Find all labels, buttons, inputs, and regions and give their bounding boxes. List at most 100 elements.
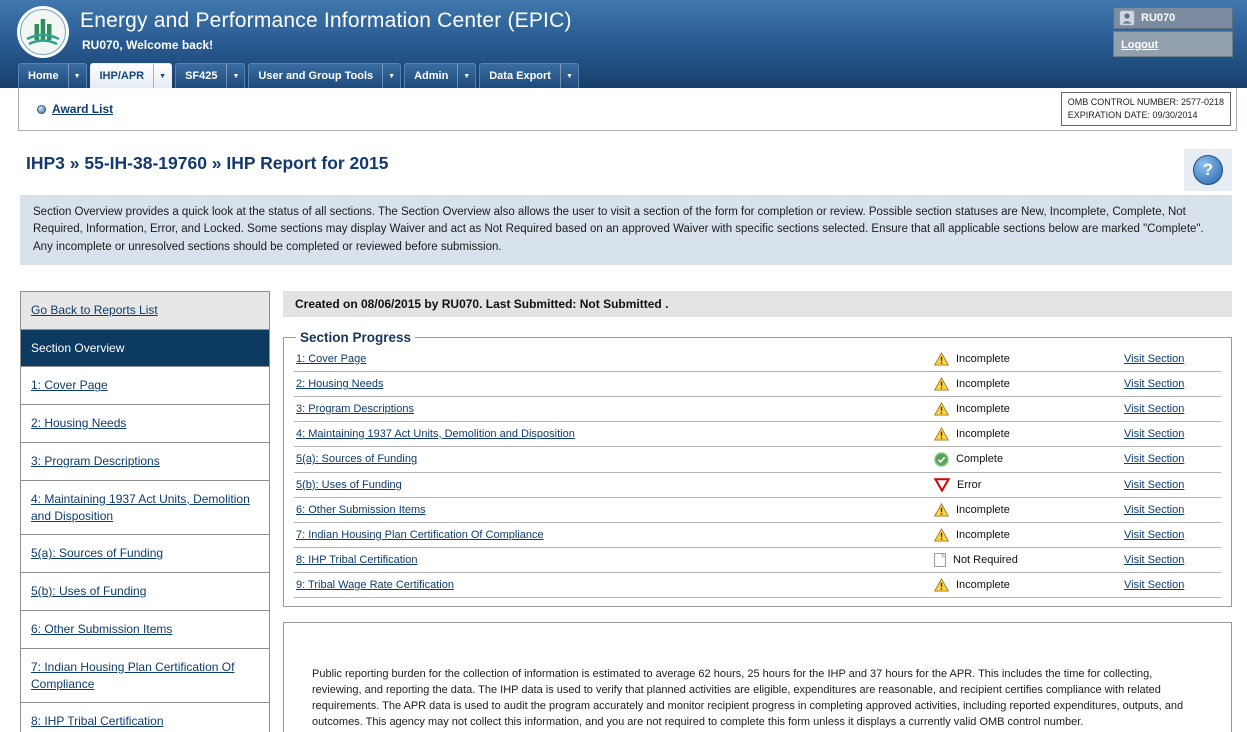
section-cell: 9: Tribal Wage Rate Certification [296,579,934,591]
page-head: IHP3 » 55-IH-38-19760 » IHP Report for 2… [26,143,1232,193]
page-title-app: Energy and Performance Information Cente… [80,9,572,33]
award-list-link[interactable]: Award List [52,102,113,116]
sidebar-item-5-a-sources-of-funding[interactable]: 5(a): Sources of Funding [21,535,269,573]
sidebar-item-8-ihp-tribal-certification[interactable]: 8: IHP Tribal Certification [21,703,269,732]
main-content: Created on 08/06/2015 by RU070. Last Sub… [283,291,1232,732]
logout-link[interactable]: Logout [1121,39,1158,51]
help-icon[interactable]: ? [1193,155,1223,185]
chevron-down-icon: ▼ [68,64,86,88]
tab-sf425[interactable]: SF425 ▼ [175,63,245,88]
tab-label: Admin [405,64,457,88]
bullet-icon [37,105,46,114]
sidebar-item-6-other-submission-items[interactable]: 6: Other Submission Items [21,611,269,649]
section-link[interactable]: 3: Program Descriptions [296,403,414,415]
tab-label: User and Group Tools [249,64,382,88]
visit-section-link[interactable]: Visit Section [1124,453,1184,465]
award-bar: Award List OMB CONTROL NUMBER: 2577-0218… [18,88,1237,131]
document-icon [934,553,946,567]
section-link[interactable]: 9: Tribal Wage Rate Certification [296,579,454,591]
omb-box: OMB CONTROL NUMBER: 2577-0218 EXPIRATION… [1061,92,1231,125]
status-label: Incomplete [956,579,1010,591]
warning-icon [934,402,949,416]
visit-cell: Visit Section [1124,428,1219,440]
status-cell: Not Required [934,553,1124,567]
tab-admin[interactable]: Admin ▼ [404,63,476,88]
section-link[interactable]: 2: Housing Needs [296,378,383,390]
visit-section-link[interactable]: Visit Section [1124,579,1184,591]
table-row: 7: Indian Housing Plan Certification Of … [294,523,1221,548]
tab-data-export[interactable]: Data Export ▼ [479,63,579,88]
sidebar-item-7-indian-housing-plan-certification-of-compliance[interactable]: 7: Indian Housing Plan Certification Of … [21,649,269,704]
tab-label: SF425 [176,64,226,88]
chevron-down-icon: ▼ [457,64,475,88]
section-cell: 1: Cover Page [296,353,934,365]
visit-cell: Visit Section [1124,453,1219,465]
tab-user-and-group-tools[interactable]: User and Group Tools ▼ [248,63,401,88]
status-label: Not Required [953,554,1018,566]
app-header: Energy and Performance Information Cente… [0,0,1247,88]
table-row: 4: Maintaining 1937 Act Units, Demolitio… [294,422,1221,447]
sidebar-item-3-program-descriptions[interactable]: 3: Program Descriptions [21,443,269,481]
visit-section-link[interactable]: Visit Section [1124,428,1184,440]
section-link[interactable]: 6: Other Submission Items [296,504,426,516]
warning-icon [934,578,949,592]
sidebar-item-go-back-to-reports-list[interactable]: Go Back to Reports List [21,292,269,330]
section-progress-fieldset: Section Progress 1: Cover Page Incomplet… [283,330,1232,607]
chevron-down-icon: ▼ [560,64,578,88]
table-row: 2: Housing Needs Incomplete Visit Sectio… [294,372,1221,397]
status-cell: Incomplete [934,402,1124,416]
section-cell: 3: Program Descriptions [296,403,934,415]
warning-icon [934,352,949,366]
warning-icon [934,503,949,517]
sidebar-item-section-overview[interactable]: Section Overview [21,330,269,368]
status-cell: Incomplete [934,578,1124,592]
visit-section-link[interactable]: Visit Section [1124,554,1184,566]
user-badge: RU070 [1113,7,1233,29]
visit-cell: Visit Section [1124,504,1219,516]
chevron-down-icon: ▼ [382,64,400,88]
section-link[interactable]: 8: IHP Tribal Certification [296,554,417,566]
help-panel: ? [1184,149,1232,191]
status-cell: Error [934,478,1124,492]
visit-section-link[interactable]: Visit Section [1124,479,1184,491]
section-link[interactable]: 4: Maintaining 1937 Act Units, Demolitio… [296,428,575,440]
status-cell: Incomplete [934,528,1124,542]
section-link[interactable]: 7: Indian Housing Plan Certification Of … [296,529,544,541]
visit-section-link[interactable]: Visit Section [1124,403,1184,415]
section-cell: 5(a): Sources of Funding [296,453,934,465]
status-label: Incomplete [956,378,1010,390]
status-cell: Incomplete [934,377,1124,391]
section-cell: 8: IHP Tribal Certification [296,554,934,566]
visit-cell: Visit Section [1124,403,1219,415]
section-cell: 2: Housing Needs [296,378,934,390]
visit-section-link[interactable]: Visit Section [1124,353,1184,365]
section-link[interactable]: 5(b): Uses of Funding [296,479,402,491]
tab-home[interactable]: Home ▼ [18,63,87,88]
warning-icon [934,528,949,542]
status-cell: Incomplete [934,427,1124,441]
tab-label: Home [19,64,68,88]
table-row: 1: Cover Page Incomplete Visit Section [294,347,1221,372]
tab-ihp-apr[interactable]: IHP/APR ▼ [90,63,173,88]
table-row: 5(b): Uses of Funding Error Visit Sectio… [294,473,1221,498]
epic-logo [16,5,70,59]
nav-tabs: Home ▼ IHP/APR ▼ SF425 ▼ User and Group … [18,63,579,88]
section-overview-description: Section Overview provides a quick look a… [20,195,1232,265]
visit-section-link[interactable]: Visit Section [1124,529,1184,541]
omb-control-number: OMB CONTROL NUMBER: 2577-0218 [1068,96,1224,109]
visit-section-link[interactable]: Visit Section [1124,504,1184,516]
sidebar-item-2-housing-needs[interactable]: 2: Housing Needs [21,405,269,443]
sidebar-item-4-maintaining-1937-act-units-demolition-and-disposition[interactable]: 4: Maintaining 1937 Act Units, Demolitio… [21,481,269,536]
burden-statement-text: Public reporting burden for the collecti… [312,667,1203,731]
section-link[interactable]: 5(a): Sources of Funding [296,453,417,465]
status-cell: Incomplete [934,352,1124,366]
status-label: Incomplete [956,428,1010,440]
chevron-down-icon: ▼ [226,64,244,88]
award-link-wrap: Award List [37,102,113,116]
visit-section-link[interactable]: Visit Section [1124,378,1184,390]
section-link[interactable]: 1: Cover Page [296,353,366,365]
sidebar-item-5-b-uses-of-funding[interactable]: 5(b): Uses of Funding [21,573,269,611]
sidebar-item-1-cover-page[interactable]: 1: Cover Page [21,367,269,405]
visit-cell: Visit Section [1124,554,1219,566]
created-status-bar: Created on 08/06/2015 by RU070. Last Sub… [283,291,1232,317]
